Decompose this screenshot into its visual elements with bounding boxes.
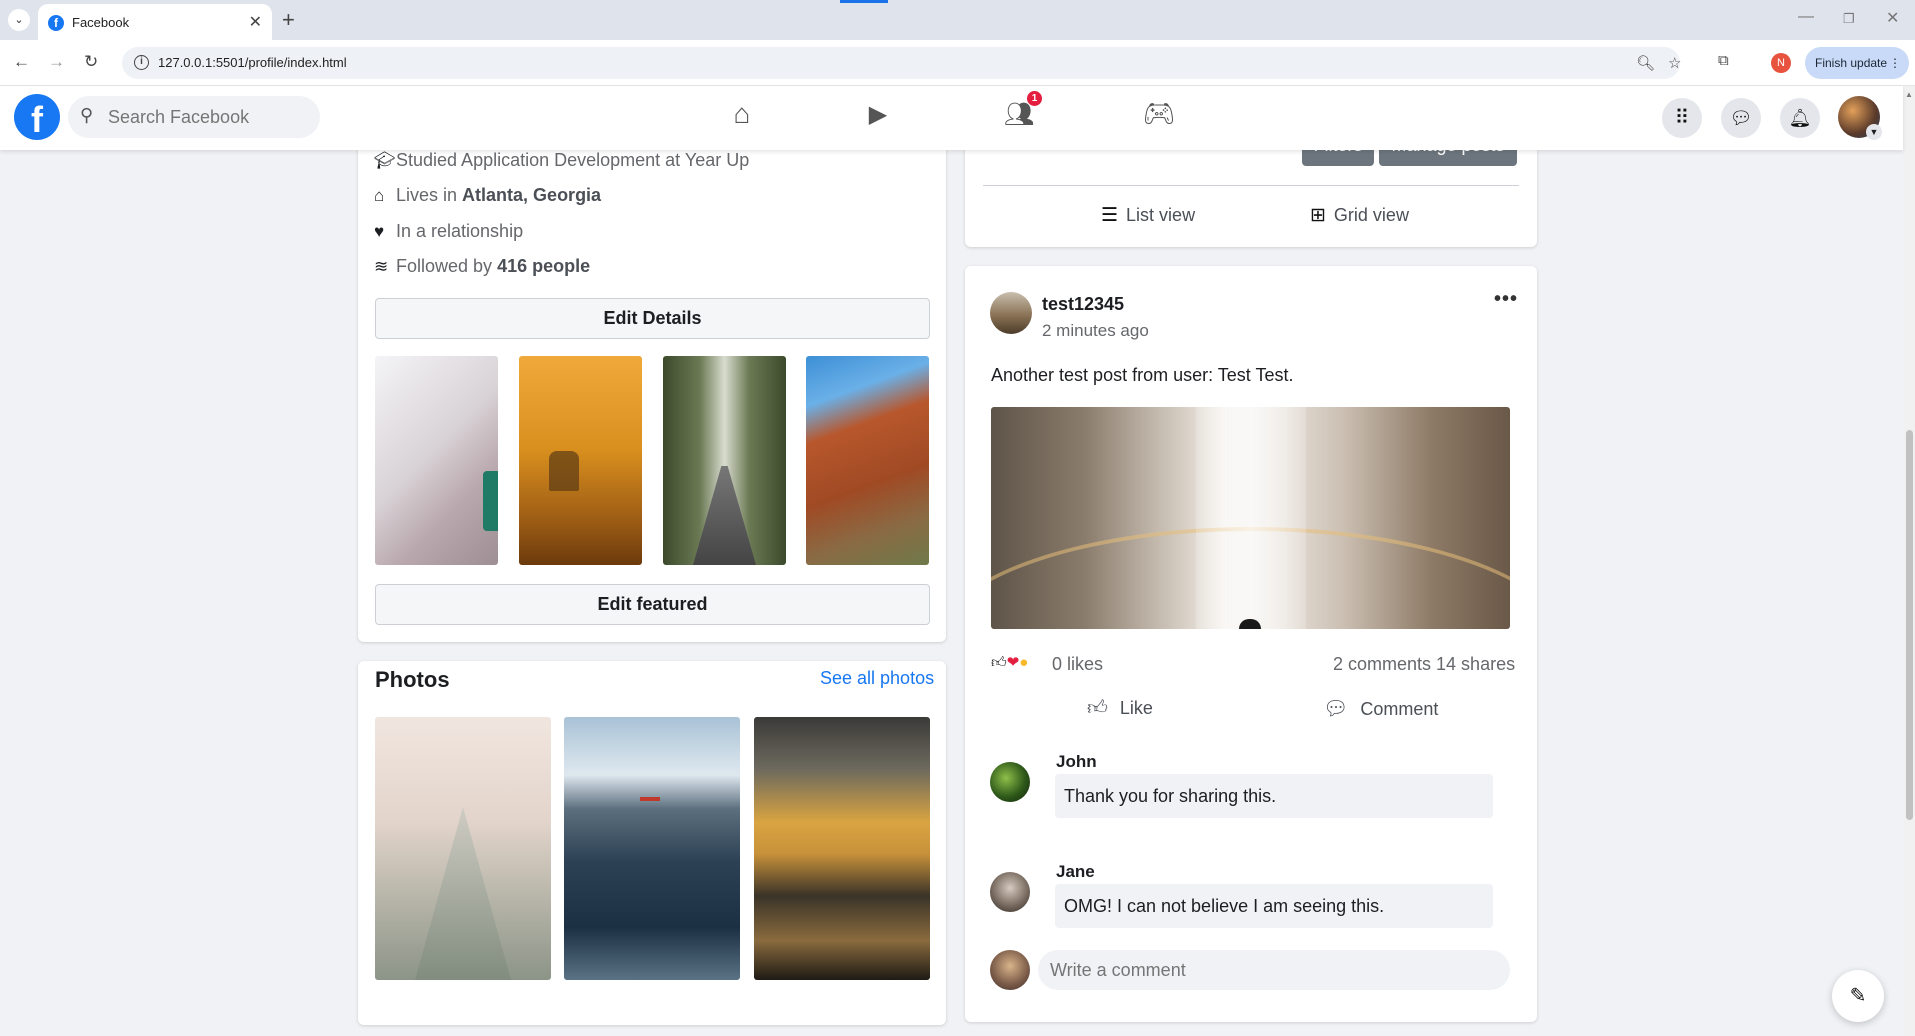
finish-update-button[interactable]: Finish update ⋮ [1805, 47, 1909, 79]
home-icon[interactable]: ⌂ [722, 98, 762, 130]
comment-avatar-jane[interactable] [990, 872, 1030, 912]
comment-label: Comment [1360, 699, 1439, 719]
list-view-tab[interactable]: ☰ List view [1101, 204, 1195, 227]
detail-relationship: ♥ In a relationship [374, 221, 523, 242]
comment-author-name[interactable]: Jane [1056, 862, 1095, 882]
thumbs-up-icon: 👍︎ [1087, 697, 1108, 719]
menu-grid-icon[interactable]: ⠿ [1662, 98, 1702, 138]
edit-details-button[interactable]: Edit Details [375, 298, 930, 339]
scroll-up-arrow-icon[interactable]: ▲ [1905, 90, 1913, 99]
new-tab-icon[interactable]: + [282, 7, 295, 33]
featured-photo-road[interactable] [663, 356, 786, 565]
scrollbar-thumb[interactable] [1906, 430, 1913, 820]
write-comment-input[interactable] [1038, 950, 1510, 990]
omnibox[interactable]: i 127.0.0.1:5501/profile/index.html 🔍︎ ☆ [122, 47, 1681, 79]
tab-search-chevron-icon[interactable]: ⌄ [8, 9, 30, 31]
finish-update-label: Finish update [1815, 56, 1888, 70]
reload-icon[interactable]: ↻ [84, 52, 98, 72]
detail-location: ⌂ Lives in Atlanta, Georgia [374, 185, 601, 206]
search-box[interactable]: ⚲ [68, 96, 320, 138]
photo-sunset-beach[interactable] [754, 717, 930, 980]
facebook-top-nav: f ⚲ ⌂ ▶ 👥︎ 1 🎮︎ ⠿ 💬︎ 🔔︎ ▼ [0, 86, 1903, 150]
comments-shares-count[interactable]: 2 comments 14 shares [1333, 654, 1515, 675]
list-view-label: List view [1126, 205, 1196, 225]
photo-snowy-tree[interactable] [375, 717, 551, 980]
account-caret-icon[interactable]: ▼ [1866, 124, 1882, 140]
address-bar-row: ← → ↻ i 127.0.0.1:5501/profile/index.htm… [0, 40, 1915, 86]
back-icon[interactable]: ← [13, 52, 30, 72]
list-icon: ☰ [1101, 205, 1119, 226]
haha-reaction-icon: ● [1019, 654, 1029, 671]
comment-avatar-john[interactable] [990, 762, 1030, 802]
detail-text: In a relationship [396, 221, 524, 241]
comment-button[interactable]: 💬︎ Comment [1323, 696, 1438, 721]
featured-photo-deer[interactable] [519, 356, 642, 565]
more-vert-icon: ⋮ [1889, 56, 1901, 70]
groups-notification-badge: 1 [1027, 91, 1042, 106]
browser-tab[interactable]: f Facebook ✕ [38, 4, 272, 40]
grid-view-tab[interactable]: ⊞ Grid view [1310, 204, 1409, 227]
graduation-cap-icon: 🎓︎ [374, 151, 396, 170]
like-button[interactable]: 👍︎ Like [1087, 696, 1153, 720]
like-reaction-icon: 👍︎ [991, 654, 1007, 671]
comment-bubble: Thank you for sharing this. [1055, 774, 1493, 818]
post-author-avatar[interactable] [990, 292, 1032, 334]
featured-photo-mug[interactable] [375, 356, 498, 565]
gaming-controller-icon[interactable]: 🎮︎ [1139, 98, 1179, 129]
home-icon: ⌂ [374, 186, 385, 205]
photo-ocean-mountains[interactable] [564, 717, 740, 980]
post-more-options-icon[interactable]: ••• [1494, 288, 1518, 311]
zoom-icon[interactable]: 🔍︎ [1636, 54, 1655, 72]
post-text: Another test post from user: Test Test. [991, 365, 1294, 385]
url-text[interactable]: 127.0.0.1:5501/profile/index.html [158, 55, 347, 70]
detail-text: Studied Application Development at Year … [396, 150, 750, 170]
search-icon: ⚲ [80, 105, 94, 125]
grid-icon: ⊞ [1310, 205, 1326, 226]
facebook-favicon-icon: f [48, 15, 64, 31]
loading-indicator [840, 0, 888, 3]
notifications-bell-icon[interactable]: 🔔︎ [1780, 98, 1820, 138]
see-all-photos-link[interactable]: See all photos [820, 668, 934, 689]
extensions-icon[interactable]: ⧉ [1718, 52, 1729, 69]
detail-location-value: Atlanta, Georgia [462, 185, 602, 205]
photos-title: Photos [375, 667, 450, 692]
love-reaction-icon: ❤ [1006, 654, 1020, 671]
detail-text: Lives in [396, 185, 463, 205]
browser-profile-avatar[interactable]: N [1771, 53, 1791, 73]
comment-icon: 💬︎ [1323, 698, 1349, 720]
post-author-name[interactable]: test12345 [1042, 294, 1124, 315]
post-timestamp: 2 minutes ago [1042, 321, 1149, 340]
close-tab-icon[interactable]: ✕ [249, 12, 262, 32]
edit-featured-button[interactable]: Edit featured [375, 584, 930, 625]
current-user-avatar [990, 950, 1030, 990]
comment-bubble: OMG! I can not believe I am seeing this. [1055, 884, 1493, 928]
watch-video-icon[interactable]: ▶ [858, 100, 898, 129]
heart-icon: ♥ [374, 222, 385, 241]
rss-icon: ≋ [374, 257, 389, 276]
grid-view-label: Grid view [1333, 205, 1409, 225]
reaction-icons[interactable]: 👍︎❤● [991, 653, 1028, 672]
detail-education: 🎓︎Studied Application Development at Yea… [374, 150, 749, 171]
close-window-icon[interactable]: ✕ [1886, 8, 1899, 28]
minimize-icon[interactable]: — [1798, 8, 1814, 26]
browser-tab-strip: ⌄ f Facebook ✕ + — ❐ ✕ [0, 0, 1915, 40]
likes-count[interactable]: 0 likes [1052, 654, 1103, 675]
detail-text: Followed by [396, 256, 498, 276]
forward-icon[interactable]: → [48, 52, 65, 72]
search-input[interactable] [108, 96, 308, 138]
site-info-icon[interactable]: i [134, 55, 149, 70]
detail-followers: ≋ Followed by 416 people [374, 256, 590, 277]
tab-title: Facebook [72, 15, 130, 30]
facebook-logo-icon[interactable]: f [14, 94, 60, 140]
detail-followers-value: 416 people [497, 256, 591, 276]
messenger-icon[interactable]: 💬︎ [1721, 98, 1761, 138]
like-label: Like [1119, 698, 1153, 718]
featured-photo-rock[interactable] [806, 356, 929, 565]
post-image-waterfall[interactable] [991, 407, 1510, 629]
comment-author-name[interactable]: John [1056, 752, 1097, 772]
restore-icon[interactable]: ❐ [1843, 11, 1855, 27]
filter-divider [983, 185, 1519, 186]
new-message-edit-icon[interactable]: ✎ [1832, 970, 1884, 1022]
bookmark-star-icon[interactable]: ☆ [1668, 54, 1681, 72]
